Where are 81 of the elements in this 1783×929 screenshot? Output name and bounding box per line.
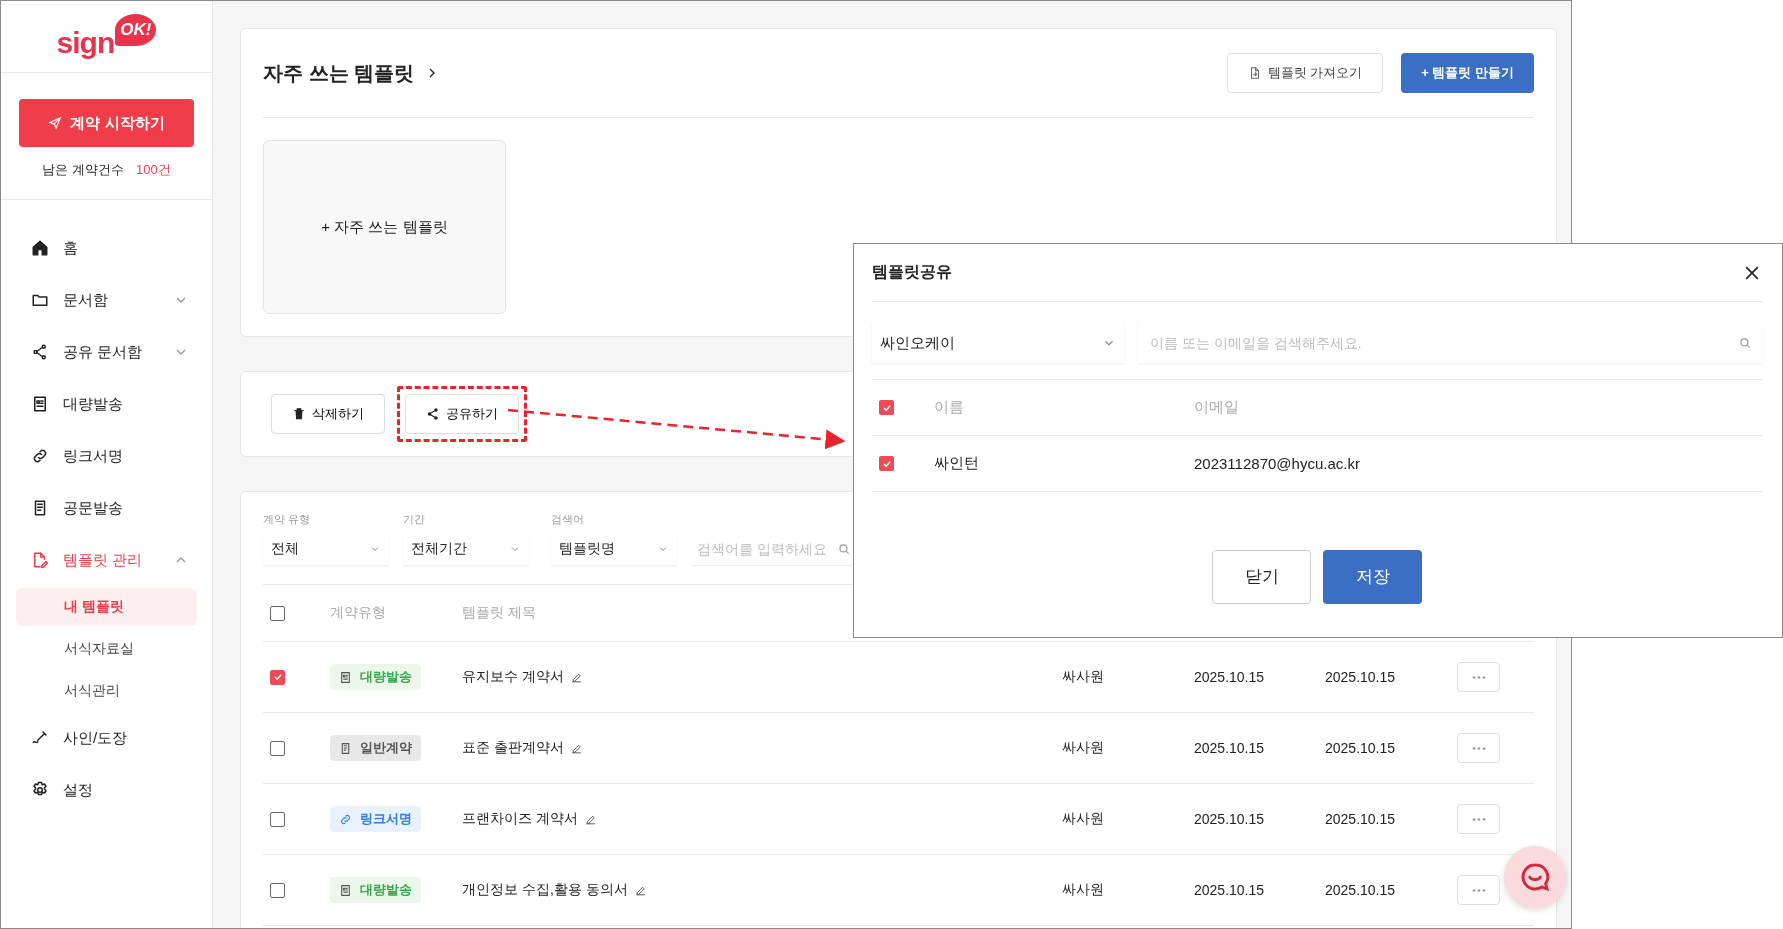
document-grid-icon bbox=[31, 395, 49, 413]
organization-select[interactable]: 싸인오케이 bbox=[872, 323, 1124, 363]
tag-icon bbox=[339, 883, 352, 897]
select-all-checkbox[interactable] bbox=[879, 400, 894, 415]
tag-icon bbox=[339, 670, 352, 684]
menu-item[interactable]: 공문발송 bbox=[16, 482, 197, 534]
table-cell-text: 싸사원 bbox=[1062, 739, 1105, 757]
menu-item[interactable]: 공유 문서함 bbox=[16, 326, 197, 378]
submenu-item[interactable]: 서식관리 bbox=[16, 672, 197, 710]
document-edit-icon bbox=[31, 551, 49, 569]
filter-label: 검색어 bbox=[551, 512, 585, 527]
table-cell-text: 싸사원 bbox=[1062, 881, 1105, 899]
template-title: 유지보수 계약서 bbox=[462, 668, 564, 686]
menu-item[interactable]: 사인/도장 bbox=[16, 712, 197, 764]
share-icon bbox=[426, 407, 440, 421]
table-cell-text: 2025.10.15 bbox=[1325, 740, 1397, 756]
contract-type-tag: 일반계약 bbox=[330, 735, 421, 761]
contract-type-tag: 대량발송 bbox=[330, 877, 421, 903]
column-header: 템플릿 제목 bbox=[462, 604, 537, 622]
table-cell-text: 2025.10.15 bbox=[1325, 882, 1397, 898]
share-icon bbox=[31, 343, 49, 361]
filter-label: 기간 bbox=[403, 512, 426, 527]
section-title: 자주 쓰는 템플릿 bbox=[263, 60, 415, 86]
menu-item[interactable]: 템플릿 관리 bbox=[16, 534, 197, 586]
tag-icon bbox=[339, 812, 352, 826]
search-icon bbox=[837, 542, 851, 556]
table-cell-text: 2025.10.15 bbox=[1325, 811, 1397, 827]
row-checkbox[interactable] bbox=[879, 456, 894, 471]
table-cell-text: 2025.10.15 bbox=[1194, 669, 1266, 685]
menu-item[interactable]: 대량발송 bbox=[16, 378, 197, 430]
submenu-item[interactable]: 서식자료실 bbox=[16, 630, 197, 668]
filter-label: 계약 유형 bbox=[263, 512, 312, 527]
table-cell-text: 싸인턴 bbox=[934, 454, 980, 473]
remaining-label: 남은 계약건수 bbox=[42, 161, 124, 179]
row-checkbox[interactable] bbox=[270, 669, 285, 685]
save-button[interactable]: 저장 bbox=[1323, 549, 1422, 604]
cancel-button[interactable]: 닫기 bbox=[1212, 549, 1311, 604]
search-field[interactable]: 검색어를 입력하세요 bbox=[695, 540, 837, 558]
filter-select[interactable]: 전체 bbox=[263, 533, 389, 566]
search-icon bbox=[1738, 336, 1752, 350]
start-contract-button[interactable]: 계약 시작하기 bbox=[19, 99, 194, 147]
column-header: 이메일 bbox=[1194, 398, 1239, 417]
chat-icon bbox=[1519, 861, 1551, 893]
row-checkbox[interactable] bbox=[270, 811, 285, 827]
menu-item[interactable]: 설정 bbox=[16, 764, 197, 816]
table-cell-text: 2025.10.15 bbox=[1325, 669, 1397, 685]
share-button[interactable]: 공유하기 bbox=[405, 394, 519, 434]
trash-icon bbox=[292, 407, 306, 421]
delete-button[interactable]: 삭제하기 bbox=[271, 394, 385, 434]
send-icon bbox=[48, 116, 63, 130]
import-template-button[interactable]: 템플릿 가져오기 bbox=[1226, 53, 1384, 93]
table-cell-text: 2025.10.15 bbox=[1194, 882, 1266, 898]
tag-icon bbox=[339, 741, 352, 755]
template-title: 프랜차이즈 계약서 bbox=[462, 810, 578, 828]
column-header: 계약유형 bbox=[330, 604, 387, 622]
table-cell-text: 2025.10.15 bbox=[1194, 811, 1266, 827]
table-cell: 2023112870@hycu.ac.kr bbox=[1194, 455, 1360, 472]
contract-type-tag: 링크서명 bbox=[330, 806, 421, 832]
template-title: 표준 출판계약서 bbox=[462, 739, 564, 757]
dialog-title: 템플릿공유 bbox=[872, 262, 952, 282]
filter-select[interactable]: 템플릿명 bbox=[551, 533, 677, 566]
menu-item[interactable]: 홈 bbox=[16, 222, 197, 274]
table-cell-text: 싸사원 bbox=[1062, 668, 1105, 686]
menu-item[interactable]: 링크서명 bbox=[16, 430, 197, 482]
row-checkbox[interactable] bbox=[270, 740, 285, 756]
menu-item[interactable]: 문서함 bbox=[16, 274, 197, 326]
member-search-field[interactable]: 이름 또는 이메일을 검색해주세요. bbox=[1148, 334, 1738, 352]
column-header: 이름 bbox=[934, 398, 965, 417]
check-icon bbox=[271, 671, 284, 683]
home-icon bbox=[31, 239, 49, 257]
link-icon bbox=[31, 447, 49, 465]
filter-select[interactable]: 전체기간 bbox=[403, 533, 529, 566]
row-checkbox[interactable] bbox=[270, 882, 285, 898]
template-title: 개인정보 수집,활용 동의서 bbox=[462, 881, 628, 899]
add-favorite-tile[interactable]: + 자주 쓰는 템플릿 bbox=[263, 140, 506, 314]
contract-type-tag: 대량발송 bbox=[330, 664, 421, 690]
table-cell-text: 2025.10.15 bbox=[1194, 740, 1266, 756]
create-template-button[interactable]: + 템플릿 만들기 bbox=[1401, 53, 1534, 93]
remaining-count: 100건 bbox=[135, 161, 171, 179]
table-cell-text: 싸사원 bbox=[1062, 810, 1105, 828]
select-all-checkbox[interactable] bbox=[270, 605, 285, 621]
